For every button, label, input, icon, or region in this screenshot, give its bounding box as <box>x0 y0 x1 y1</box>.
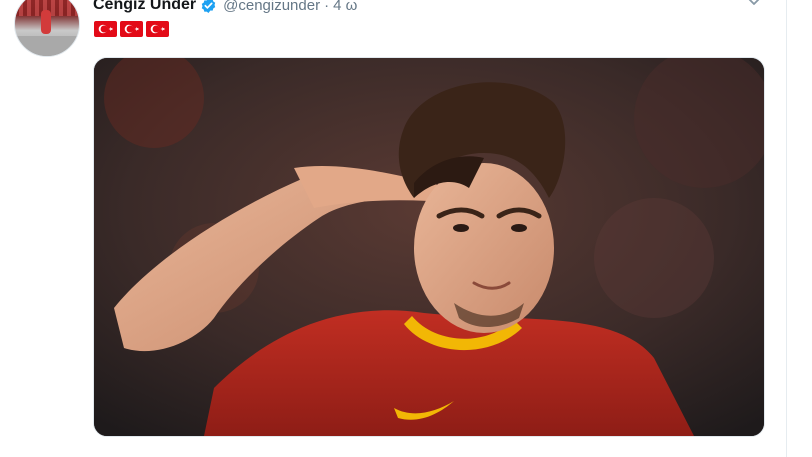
turkey-flag-icon <box>120 21 143 37</box>
chevron-down-icon[interactable] <box>745 0 763 10</box>
tweet-timestamp[interactable]: 4 ω <box>333 0 357 14</box>
tweet-photo[interactable] <box>93 57 765 437</box>
column-divider <box>786 0 787 457</box>
tweet-text-flags <box>94 21 169 37</box>
tweet-card[interactable]: Cengiz Ünder @cengizunder · 4 ω <box>0 0 812 457</box>
author-handle[interactable]: @cengizunder <box>223 0 320 14</box>
tweet-header: Cengiz Ünder @cengizunder · 4 ω <box>93 0 357 16</box>
avatar[interactable] <box>14 0 80 57</box>
avatar-figure <box>41 10 51 34</box>
avatar-ground <box>15 36 79 56</box>
separator-dot: · <box>324 0 330 14</box>
turkey-flag-icon <box>146 21 169 37</box>
author-name[interactable]: Cengiz Ünder <box>93 0 196 14</box>
turkey-flag-icon <box>94 21 117 37</box>
verified-badge-icon <box>200 0 217 14</box>
